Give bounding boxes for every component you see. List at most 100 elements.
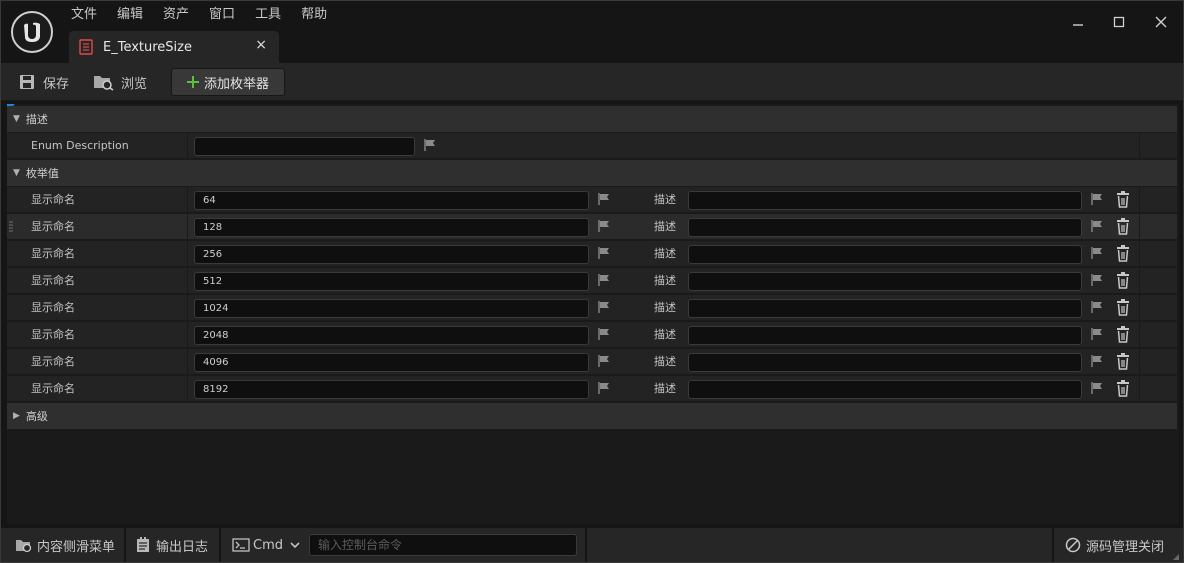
- save-button[interactable]: 保存: [19, 63, 69, 101]
- enumerator-row: 显示命名 1024 描述: [7, 295, 1177, 321]
- column-divider: [1139, 322, 1140, 348]
- column-divider: [187, 295, 188, 321]
- menu-help[interactable]: 帮助: [291, 5, 337, 27]
- flag-icon[interactable]: [597, 300, 611, 314]
- flag-icon[interactable]: [597, 381, 611, 395]
- flag-icon[interactable]: [1090, 273, 1104, 287]
- column-divider: [1139, 376, 1140, 402]
- delete-icon[interactable]: [1116, 326, 1130, 343]
- flag-icon[interactable]: [1090, 381, 1104, 395]
- description-input[interactable]: [688, 299, 1082, 318]
- description-label: 描述: [654, 220, 676, 233]
- column-divider: [187, 187, 188, 213]
- flag-icon[interactable]: [597, 327, 611, 341]
- add-enumerator-button[interactable]: 添加枚举器: [171, 68, 285, 96]
- display-name-label: 显示命名: [31, 220, 75, 233]
- description-input[interactable]: [688, 272, 1082, 291]
- enumerator-row: 显示命名 512 描述: [7, 268, 1177, 294]
- description-input[interactable]: [688, 245, 1082, 264]
- flag-icon[interactable]: [597, 246, 611, 260]
- enumerator-row: 显示命名 8192 描述: [7, 376, 1177, 402]
- flag-icon[interactable]: [597, 354, 611, 368]
- description-label: 描述: [654, 355, 676, 368]
- column-divider: [187, 376, 188, 402]
- description-label: 描述: [654, 274, 676, 287]
- status-divider: [219, 528, 221, 562]
- title-bar: 文件 编辑 资产 窗口 工具 帮助 E_TextureSize ×: [1, 1, 1183, 63]
- output-log-button[interactable]: 输出日志: [136, 528, 208, 562]
- terminal-icon: [232, 538, 250, 552]
- details-panel: ▼ 描述 Enum Description ▼ 枚举值 显示命名 64 描述 显示命名…: [7, 104, 1179, 524]
- column-divider: [1139, 268, 1140, 294]
- enum-description-input[interactable]: [194, 137, 415, 156]
- menu-tools[interactable]: 工具: [245, 5, 291, 27]
- section-enumerators-header[interactable]: ▼ 枚举值: [7, 160, 1177, 186]
- description-input[interactable]: [688, 353, 1082, 372]
- close-window-button[interactable]: [1150, 11, 1172, 33]
- status-bar: 内容侧滑菜单 输出日志 Cmd 输入控制台命令 源码管理关闭: [1, 528, 1183, 562]
- enumerator-row: 显示命名 64 描述: [7, 187, 1177, 213]
- source-control-off-icon: [1065, 537, 1081, 553]
- delete-icon[interactable]: [1116, 191, 1130, 208]
- flag-icon[interactable]: [423, 138, 437, 152]
- minimize-button[interactable]: [1067, 11, 1089, 33]
- menu-edit[interactable]: 编辑: [107, 5, 153, 27]
- cmd-dropdown[interactable]: Cmd: [232, 528, 301, 562]
- flag-icon[interactable]: [597, 219, 611, 233]
- enum-description-row: Enum Description: [7, 133, 1177, 159]
- source-control-label: 源码管理关闭: [1086, 539, 1165, 555]
- description-input[interactable]: [688, 326, 1082, 345]
- flag-icon[interactable]: [1090, 300, 1104, 314]
- delete-icon[interactable]: [1116, 299, 1130, 316]
- asset-tab[interactable]: E_TextureSize ×: [69, 31, 279, 63]
- flag-icon[interactable]: [1090, 192, 1104, 206]
- section-description-header[interactable]: ▼ 描述: [7, 106, 1177, 132]
- description-input[interactable]: [688, 380, 1082, 399]
- section-advanced-header[interactable]: ▶ 高级: [7, 403, 1177, 429]
- delete-icon[interactable]: [1116, 380, 1130, 397]
- resize-grip-icon[interactable]: [1173, 554, 1179, 560]
- menu-window[interactable]: 窗口: [199, 5, 245, 27]
- delete-icon[interactable]: [1116, 353, 1130, 370]
- flag-icon[interactable]: [1090, 246, 1104, 260]
- delete-icon[interactable]: [1116, 218, 1130, 235]
- description-input[interactable]: [688, 218, 1082, 237]
- display-name-input[interactable]: 512: [194, 272, 589, 291]
- display-name-input[interactable]: 4096: [194, 353, 589, 372]
- column-divider: [187, 322, 188, 348]
- section-description-label: 描述: [25, 113, 48, 126]
- cmd-label: Cmd: [253, 537, 283, 553]
- delete-icon[interactable]: [1116, 245, 1130, 262]
- display-name-input[interactable]: 64: [194, 191, 589, 210]
- tab-close-button[interactable]: ×: [255, 37, 267, 53]
- editor-window: 文件 编辑 资产 窗口 工具 帮助 E_TextureSize × 保存 浏览 …: [0, 0, 1184, 563]
- menu-asset[interactable]: 资产: [153, 5, 199, 27]
- flag-icon[interactable]: [1090, 327, 1104, 341]
- enumerator-row: 显示命名 2048 描述: [7, 322, 1177, 348]
- description-input[interactable]: [688, 191, 1082, 210]
- delete-icon[interactable]: [1116, 272, 1130, 289]
- flag-icon[interactable]: [1090, 219, 1104, 233]
- console-command-input[interactable]: 输入控制台命令: [309, 534, 577, 556]
- display-name-input[interactable]: 8192: [194, 380, 589, 399]
- display-name-input[interactable]: 2048: [194, 326, 589, 345]
- flag-icon[interactable]: [597, 273, 611, 287]
- display-name-label: 显示命名: [31, 193, 75, 206]
- description-label: 描述: [654, 193, 676, 206]
- enum-asset-icon: [79, 39, 93, 55]
- browse-button[interactable]: 浏览: [93, 63, 147, 101]
- menu-file[interactable]: 文件: [61, 5, 107, 27]
- tab-title: E_TextureSize: [103, 39, 192, 55]
- expand-right-icon: ▶: [13, 411, 20, 421]
- display-name-input[interactable]: 128: [194, 218, 589, 237]
- unreal-logo-icon[interactable]: [11, 11, 53, 53]
- drag-handle-icon[interactable]: [9, 221, 13, 233]
- source-control-button[interactable]: 源码管理关闭: [1065, 528, 1164, 562]
- maximize-button[interactable]: [1108, 11, 1130, 33]
- flag-icon[interactable]: [1090, 354, 1104, 368]
- content-drawer-button[interactable]: 内容侧滑菜单: [15, 528, 115, 562]
- display-name-input[interactable]: 1024: [194, 299, 589, 318]
- display-name-input[interactable]: 256: [194, 245, 589, 264]
- column-divider: [1139, 133, 1140, 159]
- flag-icon[interactable]: [597, 192, 611, 206]
